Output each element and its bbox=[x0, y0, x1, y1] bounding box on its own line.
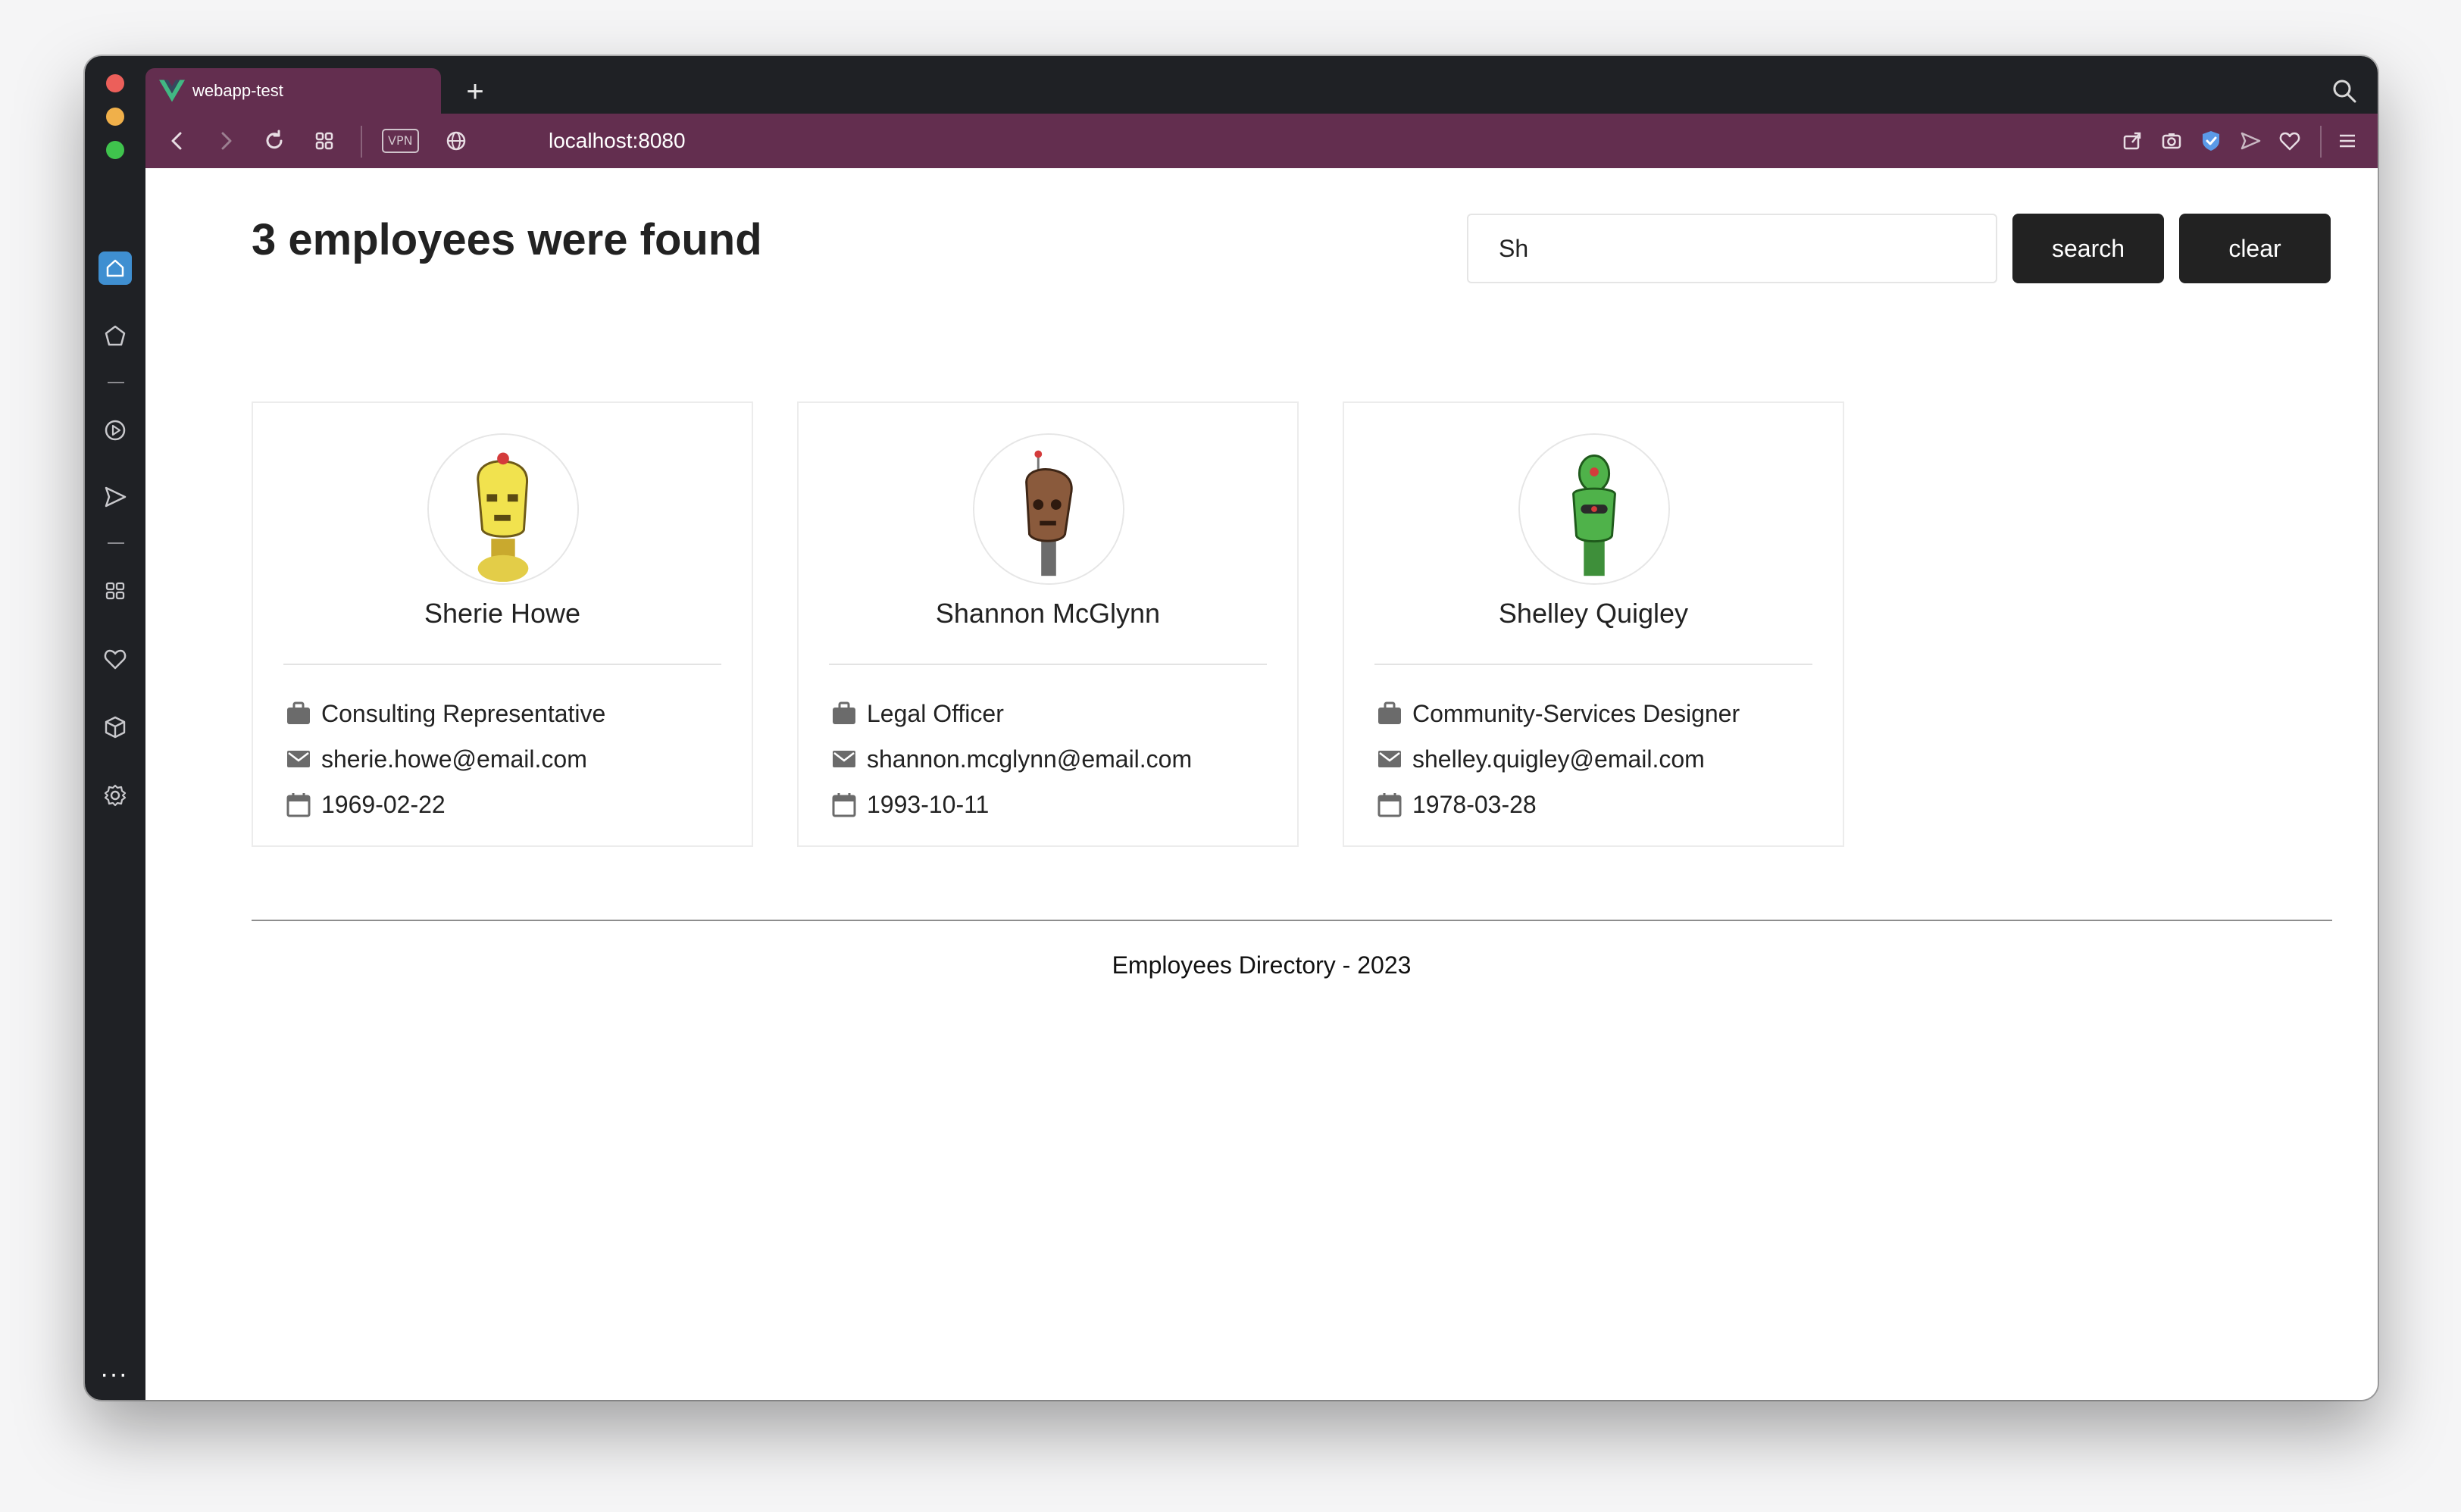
employee-title-row: Legal Officer bbox=[830, 698, 1004, 729]
employee-email: sherie.howe@email.com bbox=[321, 745, 587, 773]
calendar-icon bbox=[286, 793, 311, 817]
employee-title: Community-Services Designer bbox=[1412, 699, 1740, 727]
heart-icon[interactable] bbox=[99, 642, 132, 676]
employee-name: Sherie Howe bbox=[424, 598, 581, 629]
employee-dob: 1969-02-22 bbox=[321, 790, 446, 818]
send-icon[interactable] bbox=[99, 480, 132, 514]
player-icon[interactable] bbox=[99, 414, 132, 447]
address-separator bbox=[2320, 126, 2322, 158]
settings-gear-icon[interactable] bbox=[99, 779, 132, 812]
employee-title: Legal Officer bbox=[867, 699, 1004, 727]
envelope-icon bbox=[287, 751, 310, 767]
employee-card[interactable]: Shelley Quigley Community-Services Desig… bbox=[1343, 401, 1844, 847]
tab-tiles-icon[interactable] bbox=[311, 127, 338, 155]
avatar bbox=[427, 433, 579, 585]
avatar bbox=[973, 433, 1124, 585]
employee-card[interactable]: Shannon McGlynn Legal Officer shannon.mc… bbox=[797, 401, 1299, 847]
forward-icon[interactable] bbox=[212, 127, 239, 155]
browser-titlebar: webapp-test + bbox=[85, 56, 2378, 114]
employee-email-row: shelley.quigley@email.com bbox=[1376, 744, 1705, 774]
vue-logo-icon bbox=[159, 80, 185, 102]
footer-divider bbox=[252, 920, 2332, 921]
employee-title-row: Community-Services Designer bbox=[1376, 698, 1740, 729]
box-icon[interactable] bbox=[99, 711, 132, 744]
robot-avatar-icon bbox=[974, 435, 1123, 583]
sidebar-more-button[interactable]: ··· bbox=[100, 1361, 128, 1387]
clear-button[interactable]: clear bbox=[2179, 214, 2331, 283]
employee-title-row: Consulting Representative bbox=[285, 698, 605, 729]
new-tab-button[interactable]: + bbox=[456, 73, 494, 111]
card-divider bbox=[283, 664, 721, 665]
bookmarks-icon[interactable] bbox=[99, 320, 132, 353]
vpn-badge[interactable]: VPN bbox=[382, 129, 419, 153]
url-field[interactable]: localhost:8080 bbox=[549, 127, 686, 155]
browser-tab[interactable]: webapp-test bbox=[145, 68, 441, 114]
share-icon[interactable] bbox=[2119, 127, 2146, 155]
address-bar: VPN localhost:8080 bbox=[145, 114, 2378, 168]
footer-text: Employees Directory - 2023 bbox=[1112, 951, 1412, 979]
calendar-icon bbox=[832, 793, 856, 817]
card-divider bbox=[829, 664, 1267, 665]
employee-dob-row: 1978-03-28 bbox=[1376, 789, 1537, 820]
sidebar-divider bbox=[108, 382, 124, 383]
globe-icon bbox=[446, 131, 466, 151]
tiles-icon[interactable] bbox=[99, 574, 132, 608]
employee-card[interactable]: Sherie Howe Consulting Representative sh… bbox=[252, 401, 753, 847]
avatar bbox=[1518, 433, 1670, 585]
maximize-window-button[interactable] bbox=[106, 141, 124, 159]
search-tabs-icon[interactable] bbox=[2329, 76, 2359, 106]
minimize-window-button[interactable] bbox=[106, 108, 124, 126]
briefcase-icon bbox=[833, 701, 855, 724]
send-icon[interactable] bbox=[2237, 127, 2264, 155]
employee-dob: 1993-10-11 bbox=[867, 790, 990, 818]
heart-icon[interactable] bbox=[2276, 127, 2303, 155]
results-heading: 3 employees were found bbox=[252, 215, 762, 264]
employee-email: shannon.mcglynn@email.com bbox=[867, 745, 1193, 773]
browser-window: webapp-test + VPN localhost:8080 ··· 3 e… bbox=[85, 56, 2378, 1400]
employee-title: Consulting Representative bbox=[321, 699, 606, 727]
tab-title: webapp-test bbox=[192, 81, 283, 100]
robot-avatar-icon bbox=[1520, 435, 1668, 583]
robot-avatar-icon bbox=[429, 435, 577, 583]
shield-icon[interactable] bbox=[2197, 127, 2225, 155]
search-button[interactable]: search bbox=[2012, 214, 2164, 283]
address-separator bbox=[361, 126, 362, 158]
employee-name: Shelley Quigley bbox=[1498, 598, 1689, 629]
search-input[interactable] bbox=[1467, 214, 1997, 283]
home-icon[interactable] bbox=[99, 251, 132, 285]
employee-email-row: shannon.mcglynn@email.com bbox=[830, 744, 1192, 774]
menu-icon[interactable] bbox=[2334, 127, 2361, 155]
employee-email-row: sherie.howe@email.com bbox=[285, 744, 587, 774]
card-divider bbox=[1374, 664, 1812, 665]
envelope-icon bbox=[1378, 751, 1401, 767]
page-content: 3 employees were found search clear bbox=[145, 168, 2378, 1400]
back-icon[interactable] bbox=[164, 127, 191, 155]
sidebar-divider bbox=[108, 542, 124, 544]
employee-dob: 1978-03-28 bbox=[1412, 790, 1537, 818]
envelope-icon bbox=[833, 751, 855, 767]
briefcase-icon bbox=[287, 701, 310, 724]
reload-icon[interactable] bbox=[261, 127, 288, 155]
employee-name: Shannon McGlynn bbox=[935, 598, 1161, 629]
browser-sidebar: ··· bbox=[85, 74, 145, 1400]
camera-icon[interactable] bbox=[2158, 127, 2185, 155]
briefcase-icon bbox=[1378, 701, 1401, 724]
close-window-button[interactable] bbox=[106, 74, 124, 92]
employee-email: shelley.quigley@email.com bbox=[1412, 745, 1705, 773]
calendar-icon bbox=[1377, 793, 1402, 817]
employee-dob-row: 1969-02-22 bbox=[285, 789, 446, 820]
employee-dob-row: 1993-10-11 bbox=[830, 789, 989, 820]
